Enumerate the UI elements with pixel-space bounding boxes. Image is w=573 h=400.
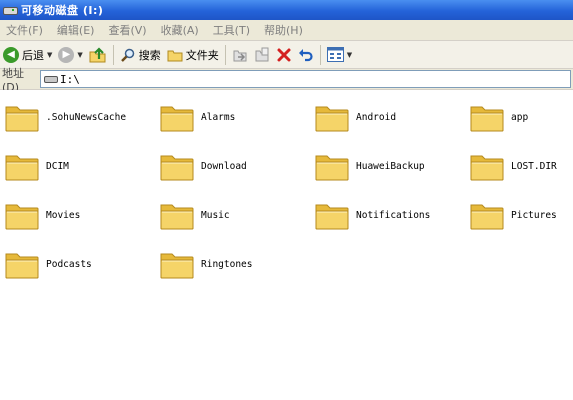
folder-icon bbox=[5, 253, 39, 279]
menu-favorites[interactable]: 收藏(A) bbox=[155, 22, 207, 38]
views-button[interactable]: ▼ bbox=[324, 43, 355, 66]
folder-item[interactable]: Alarms bbox=[159, 95, 309, 139]
toolbar-separator bbox=[224, 44, 226, 65]
menu-edit[interactable]: 编辑(E) bbox=[51, 22, 103, 38]
removable-drive-icon bbox=[3, 4, 18, 16]
window-title: 可移动磁盘 (I:) bbox=[21, 4, 104, 17]
folder-icon bbox=[160, 204, 194, 230]
search-icon bbox=[120, 48, 135, 62]
views-icon bbox=[326, 47, 344, 62]
copy-to-icon bbox=[255, 47, 269, 61]
folders-icon bbox=[167, 50, 183, 61]
menu-tools[interactable]: 工具(T) bbox=[207, 22, 258, 38]
delete-button[interactable] bbox=[273, 43, 295, 66]
folder-item[interactable]: Music bbox=[159, 193, 309, 237]
address-bar: 地址(D) I:\ bbox=[0, 67, 573, 94]
file-list: .SohuNewsCache Alarms Android app DCIM Downlo… bbox=[0, 90, 573, 400]
toolbar-separator bbox=[112, 44, 114, 65]
forward-dropdown-icon[interactable]: ▼ bbox=[77, 51, 82, 59]
folder-name: Movies bbox=[46, 209, 81, 221]
folder-item[interactable]: Podcasts bbox=[4, 242, 154, 286]
folder-name: Alarms bbox=[201, 111, 236, 123]
folder-icon bbox=[470, 106, 504, 132]
folder-item[interactable]: LOST.DIR bbox=[469, 144, 573, 188]
copy-to-button[interactable] bbox=[251, 43, 273, 66]
back-arrow-icon: ◀ bbox=[3, 46, 19, 63]
folder-icon bbox=[315, 204, 349, 230]
search-label: 搜索 bbox=[138, 48, 161, 62]
folder-name: Ringtones bbox=[201, 258, 253, 270]
address-input[interactable]: I:\ bbox=[40, 70, 571, 88]
folder-icon bbox=[315, 155, 349, 181]
folder-item[interactable]: .SohuNewsCache bbox=[4, 95, 154, 139]
folder-icon bbox=[5, 155, 39, 181]
folder-name: Download bbox=[201, 160, 247, 172]
folder-icon bbox=[160, 155, 194, 181]
folder-name: Podcasts bbox=[46, 258, 92, 270]
move-to-button[interactable] bbox=[229, 43, 251, 66]
folder-icon bbox=[470, 204, 504, 230]
folder-name: HuaweiBackup bbox=[356, 160, 425, 172]
folder-name: Android bbox=[356, 111, 397, 123]
title-bar: 可移动磁盘 (I:) bbox=[0, 0, 573, 20]
folder-icon bbox=[315, 106, 349, 132]
move-to-icon bbox=[233, 50, 247, 61]
folder-name: Notifications bbox=[356, 209, 431, 221]
folder-item[interactable]: Android bbox=[314, 95, 464, 139]
forward-arrow-icon: ▶ bbox=[58, 46, 75, 63]
folder-item[interactable]: app bbox=[469, 95, 573, 139]
menu-view[interactable]: 查看(V) bbox=[102, 22, 154, 38]
toolbar-separator bbox=[319, 44, 321, 65]
folder-item[interactable]: Notifications bbox=[314, 193, 464, 237]
folder-item[interactable]: HuaweiBackup bbox=[314, 144, 464, 188]
folder-name: Pictures bbox=[511, 209, 557, 221]
folder-icon bbox=[160, 253, 194, 279]
menu-help[interactable]: 帮助(H) bbox=[258, 22, 311, 38]
address-value: I:\ bbox=[60, 72, 80, 86]
folder-icon bbox=[5, 106, 39, 132]
undo-button[interactable] bbox=[295, 43, 317, 66]
folder-icon bbox=[470, 155, 504, 181]
undo-icon bbox=[298, 48, 313, 61]
folder-name: Music bbox=[201, 209, 230, 221]
back-dropdown-icon[interactable]: ▼ bbox=[47, 51, 52, 59]
folder-icon bbox=[160, 106, 194, 132]
forward-button[interactable]: ▶ ▼ bbox=[55, 43, 85, 66]
folder-item[interactable]: DCIM bbox=[4, 144, 154, 188]
folder-name: .SohuNewsCache bbox=[46, 111, 127, 123]
folder-item[interactable]: Pictures bbox=[469, 193, 573, 237]
menu-file[interactable]: 文件(F) bbox=[0, 22, 51, 38]
folder-item[interactable]: Movies bbox=[4, 193, 154, 237]
toolbar: ◀ 后退 ▼ ▶ ▼ 搜索 文件夹 ▼ bbox=[0, 41, 573, 69]
views-dropdown-icon[interactable]: ▼ bbox=[347, 51, 352, 59]
up-folder-button[interactable] bbox=[86, 43, 110, 66]
folders-button[interactable]: 文件夹 bbox=[164, 43, 222, 66]
menu-bar: 文件(F) 编辑(E) 查看(V) 收藏(A) 工具(T) 帮助(H) bbox=[0, 20, 573, 41]
folder-name: DCIM bbox=[46, 160, 69, 172]
up-folder-icon bbox=[89, 46, 106, 62]
delete-x-icon bbox=[277, 48, 291, 61]
folder-item[interactable]: Download bbox=[159, 144, 309, 188]
back-button[interactable]: ◀ 后退 ▼ bbox=[0, 43, 55, 66]
drive-icon bbox=[44, 74, 58, 84]
folder-name: app bbox=[511, 111, 529, 123]
folder-icon bbox=[5, 204, 39, 230]
folder-item[interactable]: Ringtones bbox=[159, 242, 309, 286]
folder-name: LOST.DIR bbox=[511, 160, 557, 172]
search-button[interactable]: 搜索 bbox=[117, 43, 164, 66]
back-label: 后退 bbox=[22, 48, 44, 62]
folders-label: 文件夹 bbox=[185, 48, 219, 62]
